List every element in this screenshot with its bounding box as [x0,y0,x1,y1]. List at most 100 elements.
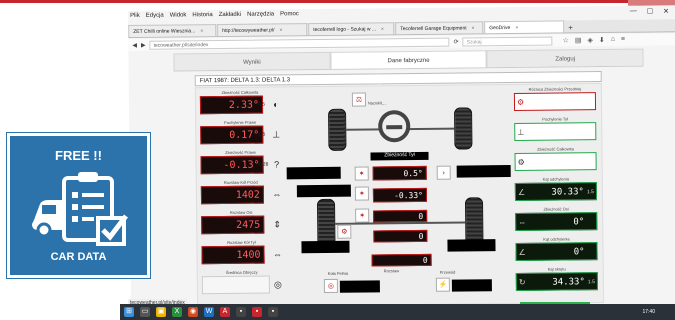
reload-icon[interactable]: ⟳ [454,38,459,45]
steer-angle-icon: ↻ [518,277,526,287]
left-readout [301,240,350,254]
gauge-value: 34.33° [552,277,585,288]
bottom-label-right: Przewód [439,269,456,275]
tab-label: Tecoferrell Garage Equipment [400,25,467,33]
gauge-tolerance: 0.26 [258,161,269,168]
app-icon[interactable]: ▪ [252,307,262,317]
search-input[interactable]: Szukaj [462,36,553,46]
gauge-display: 2475 [201,215,265,235]
gauge-display: -0.13° [200,155,264,175]
close-button[interactable]: ✕ [663,7,669,15]
camber-icon: ⊥ [272,129,281,140]
menu-item-history[interactable]: Historia [192,12,212,22]
forward-icon[interactable]: ▶ [141,41,146,48]
top-label: Nacisk/L... [367,100,387,106]
browser-tab-active[interactable]: GeoDrive × [484,20,565,34]
monitor-screen: Plik Edycja Widok Historia Zakładki Narz… [128,5,675,320]
task-view-icon[interactable]: ▭ [140,307,150,317]
app-icon[interactable]: ▪ [268,307,278,317]
angle-icon: ∠ [517,187,526,197]
download-icon[interactable]: ⬇ [599,36,605,44]
right-readout [447,239,496,252]
close-tab-icon[interactable]: × [381,26,384,32]
gauge-tolerance: 0.5 [257,101,265,108]
front-left-wheel-icon [328,108,347,151]
tab-results[interactable]: Wyniki [173,51,331,71]
alignment-diagram: ⚖ Nacisk/L... Zbieżność Tył ✶ 0.5° › ✶ -… [286,89,513,301]
browser-tab[interactable]: http://tecowyweather.pl/ × [217,23,308,37]
menu-item-help[interactable]: Pomoc [280,11,299,21]
menu-icon[interactable]: ≡ [621,36,625,44]
gauge-display: ↻ 34.33° 1.5 [515,272,598,291]
sensor-icon: ⚙ [337,224,352,239]
close-tab-icon[interactable]: × [515,25,518,31]
close-tab-icon[interactable]: × [279,27,282,33]
gauge-tolerance: 1.5 [258,131,266,138]
left-gauge: Rozstaw Kół Przód 1402 ⇔ [200,179,281,210]
axle-icon: ⇔ [518,217,527,227]
left-gauge: Zbieżność Prawe -0.13° 0.26 ? [200,149,280,180]
left-gauge: Pochylenie Prawe 0.17° 1.5 ⊥ [200,119,280,150]
pdf-icon[interactable]: A [220,307,230,317]
menu-item-file[interactable]: Plik [130,13,140,23]
front-right-wheel-icon [454,107,473,150]
pocket-icon[interactable]: ◈ [587,36,592,44]
gauge-value: 0° [573,247,585,258]
left-gauge: Rozstaw Kół Tył 1400 ⇔ [201,239,282,270]
gauge-display: ⇔ 0° [515,212,598,231]
back-icon[interactable]: ◀ [132,41,137,48]
steering-wheel-icon [378,110,411,143]
windows-taskbar: ⊞ ▭ ▣ X ◉ W A ▪ ▪ ▪ 17:40 [120,304,675,320]
close-tab-icon[interactable]: × [472,25,475,31]
browser-tab[interactable]: ZET Chilli online Wiesznia... × [128,24,217,37]
gauge-display: 1402 [200,185,265,205]
minimize-button[interactable]: — [630,8,637,16]
right-gauge: Pochylenie Tył ⊥ [514,116,597,147]
toe-diff-icon: ⚙ [516,97,525,107]
maximize-button[interactable]: ☐ [647,8,653,16]
gauge-value: -0.13° [223,159,260,172]
menu-item-view[interactable]: Widok [170,12,187,22]
center-value: 0 [373,229,428,243]
load-icon: ⚖ [351,92,367,107]
left-gauge: Średnica Obręczy ◎ [201,269,282,300]
rear-right-wheel-icon [464,197,484,246]
right-gauge: Różnica Zbieżności Przedniej ⚙ [513,86,597,117]
bookmarks-icon[interactable]: ▤ [575,36,582,44]
url-input[interactable]: tecoweather.pl/site/index [149,37,450,50]
caster-label: Zbieżność Tył [384,152,415,159]
menu-item-tools[interactable]: Narzędzia [247,11,274,21]
gauge-value: 30.33° [551,187,584,198]
gauge-tolerance: 1.5 [586,189,594,196]
tab-factory-data[interactable]: Dane fabryczne [330,50,487,69]
close-tab-icon[interactable]: × [200,28,203,34]
free-car-data-badge: FREE !! CAR DATA [7,133,150,278]
menu-item-bookmarks[interactable]: Zakładki [219,12,241,22]
new-tab-button[interactable]: + [568,23,573,32]
gauge-tolerance: 1.5 [587,279,595,286]
menu-item-edit[interactable]: Edycja [146,13,164,23]
home-icon[interactable]: ⌂ [611,36,615,44]
firefox-icon[interactable]: ◉ [188,307,198,317]
next-arrow-icon[interactable]: › [436,165,451,180]
gauge-display: 0.17° [200,125,264,145]
start-icon[interactable]: ⊞ [124,307,134,317]
tab-label: http://tecowyweather.pl/ [222,27,275,35]
left-gauge: Rozstaw Osi 2475 ⇕ [201,209,281,240]
explorer-icon[interactable]: ▣ [156,307,166,317]
center-value: -0.33° [372,187,428,203]
browser-tab[interactable]: Tecoferrell Garage Equipment × [395,21,484,35]
app-icon[interactable]: ▪ [236,307,246,317]
taskbar-clock: 17:40 [642,309,655,315]
help-icon[interactable]: ? [271,155,283,173]
badge-subtitle: CAR DATA [50,251,107,263]
thrust-icon: ✶ [355,208,370,223]
toolbar-icons: ☆ ▤ ◈ ⬇ ⌂ ≡ [563,36,626,45]
word-icon[interactable]: W [204,307,214,317]
browser-tab[interactable]: tecoferrell logo - Szukaj w ... × [308,22,395,36]
star-icon[interactable]: ☆ [563,36,569,44]
tab-login[interactable]: Zaloguj [486,48,644,68]
wheelbase-icon: ⇕ [273,219,282,230]
rear-axle [335,221,466,225]
excel-icon[interactable]: X [172,307,182,317]
